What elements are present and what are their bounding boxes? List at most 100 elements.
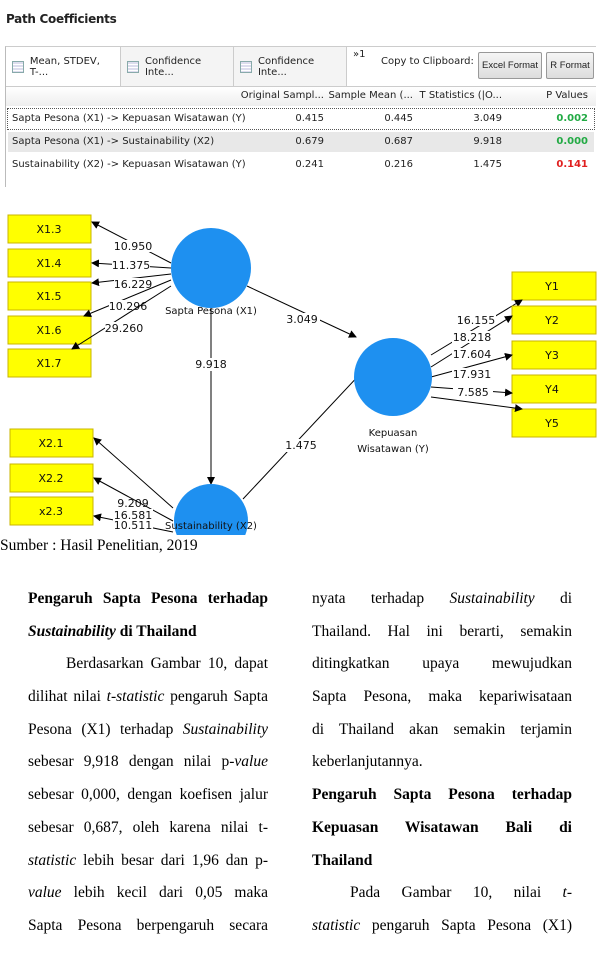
col-original[interactable]: Original Sampl... — [241, 90, 324, 101]
cell-path: Sapta Pesona (X1) -> Kepuasan Wisatawan … — [12, 113, 246, 124]
text-segment: sebesar 9,918 dengan nilai p- — [28, 753, 235, 771]
text-segment: di — [534, 590, 572, 607]
text-line: dilihat nilai t-statistic pengaruh Sapta — [28, 681, 268, 714]
loading-value: 16.229 — [114, 278, 153, 291]
loading-value: 18.218 — [453, 331, 492, 344]
text-segment: t- — [562, 884, 572, 902]
cell-p: 0.000 — [556, 136, 588, 147]
construct-label: Sustainability (X2) — [165, 521, 257, 532]
text-segment: dilihat nilai — [28, 688, 107, 706]
r-format-button[interactable]: R Format — [546, 52, 594, 79]
text-line: sebesar 9,918 dengan nilai p-value — [28, 746, 268, 779]
table-row[interactable]: Sustainability (X2) -> Kepuasan Wisatawa… — [8, 155, 594, 175]
construct-kepuasan — [354, 338, 432, 416]
loading-value: 7.585 — [457, 386, 489, 399]
cell-mean: 0.687 — [384, 136, 413, 147]
text-segment: Pesona (X1) terhadap — [28, 720, 183, 738]
text-segment: Kepuasan Wisatawan Bali di — [312, 818, 572, 836]
path-coefficient: 1.475 — [285, 439, 317, 452]
path-x1-y — [246, 285, 357, 338]
text-line: statistic lebih besar dari 1,96 dan p- — [28, 845, 268, 878]
text-segment: Sapta Pesona berpengaruh secara — [28, 916, 268, 934]
text-segment: Pengaruh Sapta Pesona terhadap — [28, 590, 268, 607]
text-segment: Berdasarkan Gambar 10, dapat — [66, 655, 268, 673]
text-line: Thailand — [312, 845, 572, 878]
text-segment: sebesar 0,000, dengan koefisen jalur — [28, 786, 268, 804]
text-segment: di Thailand — [115, 622, 197, 640]
structural-model-diagram: X1.3 10.950 X1.4 11.375 X1.5 16.229 X1.6 10.296… — [7, 214, 597, 535]
copy-label: Copy to Clipboard: — [381, 56, 474, 67]
text-segment: Pada Gambar 10, nilai — [350, 884, 563, 902]
loading-value: 11.375 — [112, 259, 151, 272]
text-line: Pada Gambar 10, nilai t- — [312, 877, 572, 910]
table-row[interactable]: Sapta Pesona (X1) -> Sustainability (X2)… — [8, 132, 594, 152]
cell-path: Sapta Pesona (X1) -> Sustainability (X2) — [12, 136, 215, 147]
cell-mean: 0.216 — [384, 159, 413, 170]
cell-original: 0.415 — [295, 113, 324, 124]
table-header: Original Sampl... Sample Mean (... T Sta… — [6, 87, 596, 106]
cell-p: 0.141 — [556, 159, 588, 170]
loading-value: 16.155 — [457, 314, 496, 327]
col-p-values[interactable]: P Values — [546, 90, 588, 101]
text-line: Thailand. Hal ini berarti, semakin — [312, 616, 572, 649]
text-segment: ditingkatkan upaya mewujudkan — [312, 655, 572, 673]
cell-t: 1.475 — [473, 159, 502, 170]
text-segment: lebih besar dari 1,96 dan p- — [76, 851, 268, 869]
text-segment: Sustainability — [449, 590, 535, 607]
text-line: di Thailand akan semakin terjamin — [312, 714, 572, 747]
cell-original: 0.679 — [295, 136, 324, 147]
text-line: sebesar 0,687, oleh karena nilai t- — [28, 812, 268, 845]
figure-caption: Sumber : Hasil Penelitian, 2019 — [0, 537, 198, 554]
excel-format-button[interactable]: Excel Format — [478, 52, 542, 79]
loading-value: 29.260 — [105, 322, 144, 335]
indicator-label: Y1 — [544, 280, 559, 293]
indicator-label: X1.7 — [36, 357, 61, 370]
text-segment: pengaruh Sapta — [164, 688, 268, 706]
indicator-label: X1.5 — [36, 290, 61, 303]
text-segment: nyata terhadap — [312, 590, 450, 607]
text-line: Pengaruh Sapta Pesona terhadap — [28, 583, 268, 616]
text-segment: lebih kecil dari 0,05 maka — [61, 884, 268, 902]
construct-label: Sapta Pesona (X1) — [165, 306, 257, 317]
text-segment: keberlanjutannya. — [312, 753, 423, 771]
text-line: Sustainability di Thailand — [28, 616, 268, 649]
text-line: nyata terhadap Sustainability di — [312, 583, 572, 616]
loading-value: 10.950 — [114, 240, 153, 253]
tab-bar: Mean, STDEV, T-... Confidence Inte... Co… — [6, 47, 596, 87]
path-coefficients-panel: Path Coefficients Mean, STDEV, T-... Con… — [0, 0, 600, 190]
tab-confidence-1[interactable]: Confidence Inte... — [121, 47, 234, 86]
text-segment: value — [28, 884, 62, 902]
tab-confidence-2[interactable]: Confidence Inte... — [234, 47, 347, 86]
cell-t: 9.918 — [473, 136, 502, 147]
indicator-label: X2.2 — [38, 472, 63, 485]
text-segment: Pengaruh Sapta Pesona terhadap — [312, 786, 572, 804]
col-sample-mean[interactable]: Sample Mean (... — [328, 90, 413, 101]
results-table: Mean, STDEV, T-... Confidence Inte... Co… — [5, 46, 596, 187]
more-tabs-button[interactable]: »1 — [353, 49, 365, 60]
tab-mean-stdev[interactable]: Mean, STDEV, T-... — [6, 47, 121, 86]
text-segment: statistic — [28, 851, 77, 869]
table-icon — [240, 60, 252, 73]
text-segment: statistic — [312, 916, 361, 934]
left-text-column: Pengaruh Sapta Pesona terhadap Sustainabi… — [28, 583, 268, 943]
text-line: sebesar 0,000, dengan koefisen jalur — [28, 779, 268, 812]
path-x2-y — [242, 371, 363, 500]
path-coefficient: 3.049 — [286, 313, 318, 326]
text-line: Sapta Pesona berpengaruh secara — [28, 910, 268, 943]
loading-value: 10.511 — [114, 519, 153, 532]
construct-label: Kepuasan — [369, 428, 418, 439]
construct-sapta-pesona — [171, 228, 251, 308]
tab-label: Mean, STDEV, T-... — [29, 55, 100, 78]
panel-title: Path Coefficients — [6, 12, 117, 26]
tab-label: Confidence Inte... — [144, 55, 202, 78]
text-segment: Sapta Pesona, maka kepariwisataan — [312, 688, 572, 706]
text-line: Pesona (X1) terhadap Sustainability — [28, 714, 268, 747]
table-row[interactable]: Sapta Pesona (X1) -> Kepuasan Wisatawan … — [7, 108, 595, 130]
text-segment: sebesar 0,687, oleh karena nilai t- — [28, 818, 268, 836]
col-t-stat[interactable]: T Statistics (|O... — [420, 90, 502, 101]
text-line: ditingkatkan upaya mewujudkan — [312, 648, 572, 681]
loading-value: 17.931 — [453, 368, 492, 381]
indicator-label: Y5 — [544, 417, 559, 430]
text-line: Berdasarkan Gambar 10, dapat — [28, 648, 268, 681]
table-icon — [12, 60, 24, 73]
